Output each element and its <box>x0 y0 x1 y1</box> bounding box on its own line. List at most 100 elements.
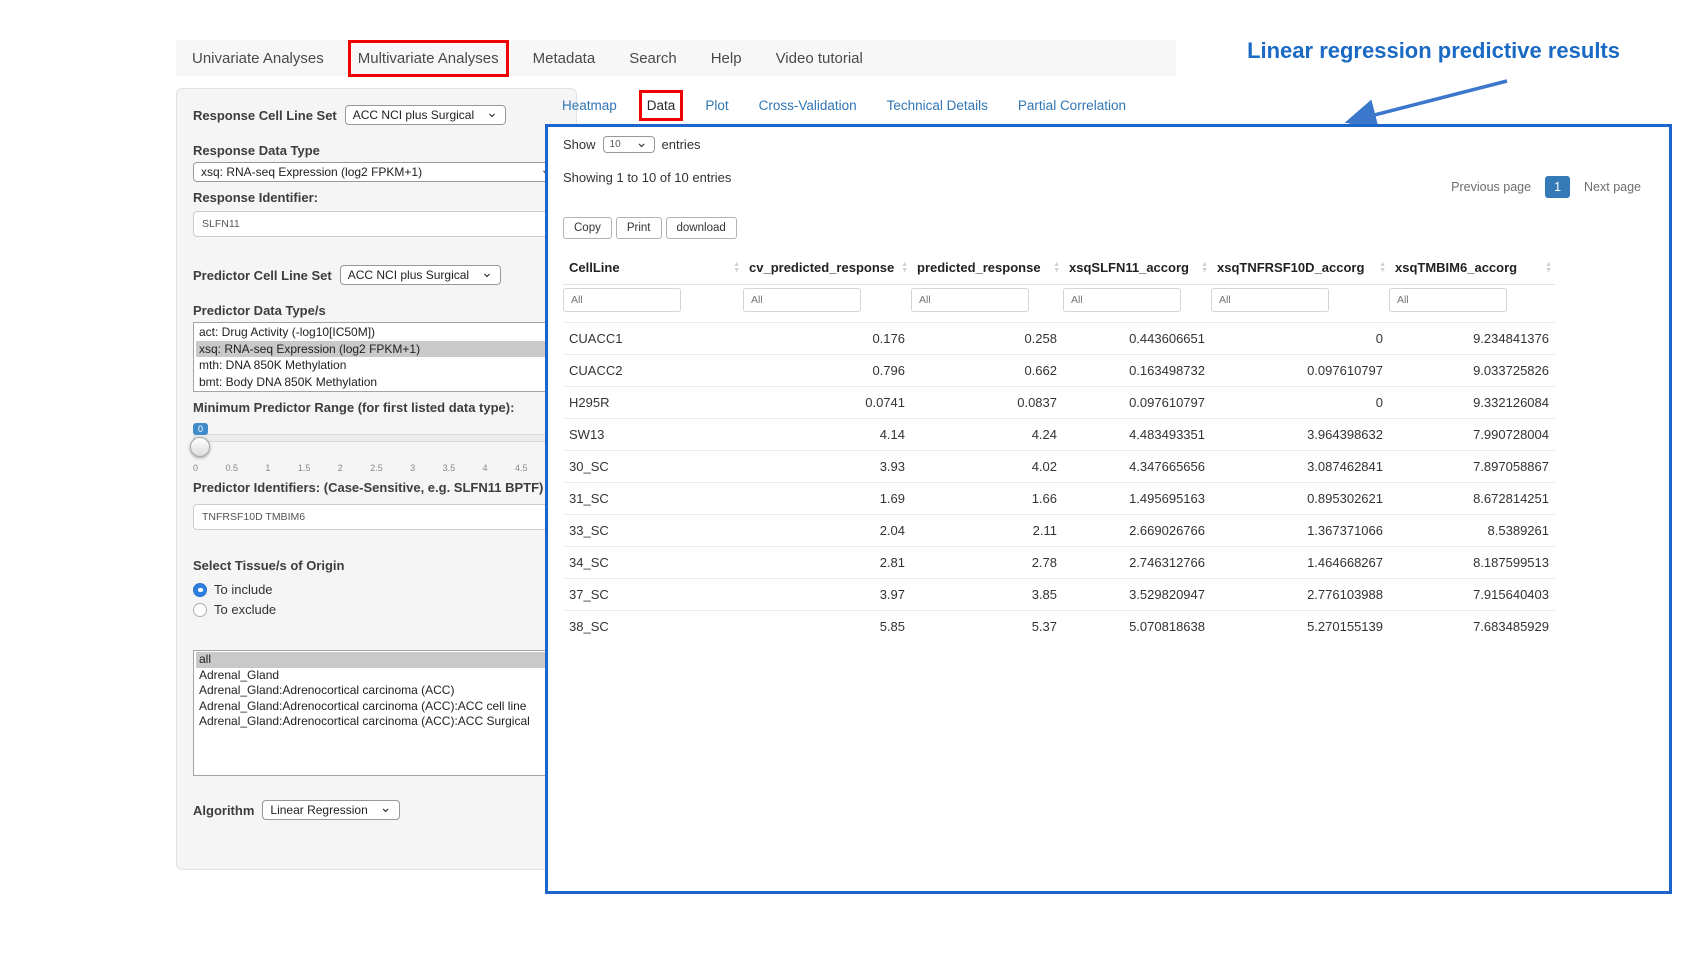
response-data-type-select[interactable]: xsq: RNA-seq Expression (log2 FPKM+1) ⌄ <box>193 162 560 182</box>
table-row[interactable]: 38_SC 5.85 5.37 5.070818638 5.270155139 … <box>563 611 1555 643</box>
page-number-button[interactable]: 1 <box>1545 176 1570 198</box>
table-row[interactable]: 33_SC 2.04 2.11 2.669026766 1.367371066 … <box>563 515 1555 547</box>
table-row[interactable]: CUACC1 0.176 0.258 0.443606651 0 9.23484… <box>563 323 1555 355</box>
listbox-option[interactable]: bmt: Body DNA 850K Methylation <box>196 374 557 391</box>
tissue-origin-radio[interactable]: To exclude <box>193 602 560 617</box>
predictor-cell-line-set-select[interactable]: ACC NCI plus Surgical ⌄ <box>340 265 501 285</box>
listbox-option[interactable]: Adrenal_Gland:Adrenocortical carcinoma (… <box>196 699 557 715</box>
cv-predicted-response-cell: 0.176 <box>743 323 911 355</box>
slider-tick-label: 3 <box>410 463 415 473</box>
slider-handle[interactable] <box>190 437 210 457</box>
tissue-origin-radio[interactable]: To include <box>193 582 560 597</box>
column-filter-input[interactable] <box>743 288 861 312</box>
slider-tick-label: 1.5 <box>298 463 311 473</box>
nav-item[interactable]: Multivariate Analyses <box>358 50 499 67</box>
xsqtnfrsf10d-accorg-cell: 0.097610797 <box>1211 355 1389 387</box>
xsqtnfrsf10d-accorg-cell: 0 <box>1211 387 1389 419</box>
tab[interactable]: Partial Correlation <box>1018 98 1126 113</box>
xsqtnfrsf10d-accorg-cell: 1.367371066 <box>1211 515 1389 547</box>
table-row[interactable]: 34_SC 2.81 2.78 2.746312766 1.464668267 … <box>563 547 1555 579</box>
column-header[interactable]: predicted_response ▲▼ <box>911 251 1063 285</box>
listbox-option[interactable]: mth: DNA 850K Methylation <box>196 357 557 374</box>
predictor-data-types-listbox[interactable]: act: Drug Activity (-log10[IC50M]) xsq: … <box>193 322 560 392</box>
column-filter-input[interactable] <box>1389 288 1507 312</box>
xsqtnfrsf10d-accorg-cell: 5.270155139 <box>1211 611 1389 643</box>
response-cell-line-set-select[interactable]: ACC NCI plus Surgical ⌄ <box>345 105 506 125</box>
tissue-origin-radio-group: To include To exclude <box>193 582 560 617</box>
predicted-response-cell: 4.24 <box>911 419 1063 451</box>
nav-item[interactable]: Univariate Analyses <box>192 50 324 67</box>
radio-icon <box>193 603 207 617</box>
cellline-cell: CUACC1 <box>563 323 743 355</box>
column-header-label: xsqSLFN11_accorg <box>1069 260 1189 275</box>
response-data-type-label: Response Data Type <box>193 143 560 158</box>
chevron-down-icon: ⌄ <box>380 803 392 811</box>
nav-item[interactable]: Help <box>711 50 742 67</box>
cellline-cell: 31_SC <box>563 483 743 515</box>
slider-tick-label: 3.5 <box>443 463 456 473</box>
slider-tick-label: 2 <box>338 463 343 473</box>
algorithm-select[interactable]: Linear Regression ⌄ <box>262 800 399 820</box>
next-page-button[interactable]: Next page <box>1576 175 1649 199</box>
listbox-option[interactable]: Adrenal_Gland:Adrenocortical carcinoma (… <box>196 714 557 730</box>
previous-page-button[interactable]: Previous page <box>1443 175 1539 199</box>
sort-icon[interactable]: ▲▼ <box>733 262 740 274</box>
cellline-cell: 37_SC <box>563 579 743 611</box>
sort-icon[interactable]: ▲▼ <box>1053 262 1060 274</box>
xsqslfn11-accorg-cell: 4.347665656 <box>1063 451 1211 483</box>
column-header[interactable]: CellLine ▲▼ <box>563 251 743 285</box>
radio-label: To include <box>214 582 273 597</box>
table-row[interactable]: SW13 4.14 4.24 4.483493351 3.964398632 7… <box>563 419 1555 451</box>
export-button[interactable]: Copy <box>563 217 612 239</box>
export-button[interactable]: Print <box>616 217 662 239</box>
column-filter-input[interactable] <box>563 288 681 312</box>
tab[interactable]: Heatmap <box>562 98 617 113</box>
column-header[interactable]: xsqTNFRSF10D_accorg ▲▼ <box>1211 251 1389 285</box>
tab[interactable]: Cross-Validation <box>759 98 857 113</box>
sort-icon[interactable]: ▲▼ <box>1545 262 1552 274</box>
table-row[interactable]: 30_SC 3.93 4.02 4.347665656 3.087462841 … <box>563 451 1555 483</box>
column-filter-input[interactable] <box>911 288 1029 312</box>
tissue-listbox[interactable]: all Adrenal_Gland Adrenal_Gland:Adrenoco… <box>193 650 560 776</box>
results-panel: Show 10 ⌄ entries Showing 1 to 10 of 10 … <box>545 124 1672 894</box>
column-header-label: xsqTNFRSF10D_accorg <box>1217 260 1364 275</box>
sort-icon[interactable]: ▲▼ <box>901 262 908 274</box>
nav-item[interactable]: Video tutorial <box>776 50 863 67</box>
nav-item[interactable]: Search <box>629 50 677 67</box>
tab[interactable]: Technical Details <box>887 98 988 113</box>
page-length-select[interactable]: 10 ⌄ <box>603 136 655 153</box>
table-row[interactable]: 37_SC 3.97 3.85 3.529820947 2.776103988 … <box>563 579 1555 611</box>
cv-predicted-response-cell: 3.93 <box>743 451 911 483</box>
slider-tick-label: 2.5 <box>370 463 383 473</box>
cellline-cell: 33_SC <box>563 515 743 547</box>
filter-cell <box>911 285 1063 323</box>
listbox-option[interactable]: all <box>196 652 557 668</box>
column-filter-input[interactable] <box>1211 288 1329 312</box>
column-header[interactable]: xsqSLFN11_accorg ▲▼ <box>1063 251 1211 285</box>
column-header[interactable]: xsqTMBIM6_accorg ▲▼ <box>1389 251 1555 285</box>
cv-predicted-response-cell: 5.85 <box>743 611 911 643</box>
slider-track[interactable] <box>193 434 560 442</box>
sort-icon[interactable]: ▲▼ <box>1379 262 1386 274</box>
column-filter-input[interactable] <box>1063 288 1181 312</box>
listbox-option[interactable]: Adrenal_Gland <box>196 668 557 684</box>
tab[interactable]: Plot <box>705 98 728 113</box>
filter-cell <box>1063 285 1211 323</box>
table-row[interactable]: CUACC2 0.796 0.662 0.163498732 0.0976107… <box>563 355 1555 387</box>
listbox-option[interactable]: Adrenal_Gland:Adrenocortical carcinoma (… <box>196 683 557 699</box>
listbox-option[interactable]: act: Drug Activity (-log10[IC50M]) <box>196 324 557 341</box>
listbox-option[interactable]: xsq: RNA-seq Expression (log2 FPKM+1) <box>196 341 557 358</box>
export-button[interactable]: download <box>666 217 737 239</box>
response-identifier-input[interactable] <box>193 211 560 237</box>
nav-item[interactable]: Metadata <box>533 50 596 67</box>
column-header[interactable]: cv_predicted_response ▲▼ <box>743 251 911 285</box>
min-predictor-range-slider[interactable]: 0 5 00.511.522.533.544.55 <box>193 423 560 479</box>
table-row[interactable]: 31_SC 1.69 1.66 1.495695163 0.895302621 … <box>563 483 1555 515</box>
predictor-identifiers-input[interactable] <box>193 504 560 530</box>
export-buttons: Copy Print download <box>563 217 1654 239</box>
xsqslfn11-accorg-cell: 5.070818638 <box>1063 611 1211 643</box>
sort-icon[interactable]: ▲▼ <box>1201 262 1208 274</box>
cellline-cell: 38_SC <box>563 611 743 643</box>
table-row[interactable]: H295R 0.0741 0.0837 0.097610797 0 9.3321… <box>563 387 1555 419</box>
tab[interactable]: Data <box>647 98 676 113</box>
